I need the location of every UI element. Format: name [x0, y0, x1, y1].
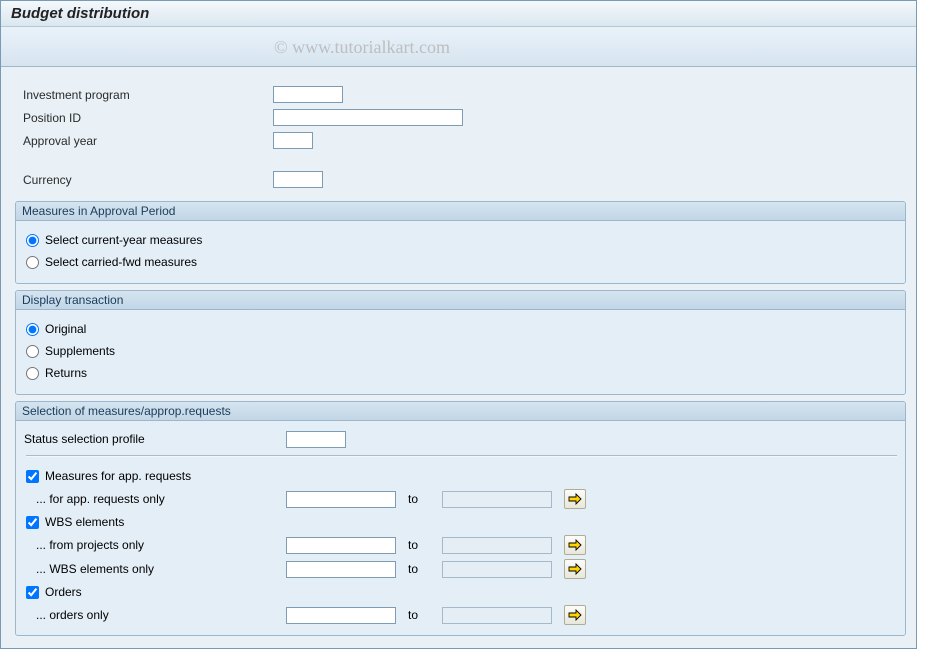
watermark-text: © www.tutorialkart.com [274, 37, 450, 58]
wbs-elements-only-label: ... WBS elements only [24, 562, 286, 576]
radio-returns[interactable]: Returns [24, 362, 899, 384]
header-fields: Investment program Position ID Approval … [1, 77, 916, 197]
check-orders-input[interactable] [26, 586, 39, 599]
radio-carried-fwd-input[interactable] [26, 256, 39, 269]
radio-original[interactable]: Original [24, 318, 899, 340]
check-measures-app-requests-label: Measures for app. requests [45, 469, 191, 483]
radio-original-label: Original [45, 322, 86, 336]
radio-carried-fwd[interactable]: Select carried-fwd measures [24, 251, 899, 273]
check-measures-app-requests-input[interactable] [26, 470, 39, 483]
from-projects-only-from-input[interactable] [286, 537, 396, 554]
radio-carried-fwd-label: Select carried-fwd measures [45, 255, 197, 269]
check-orders[interactable]: Orders [24, 581, 899, 603]
radio-supplements-input[interactable] [26, 345, 39, 358]
group-selection-measures-title: Selection of measures/approp.requests [16, 402, 905, 421]
to-label: to [396, 492, 442, 506]
investment-program-label: Investment program [23, 88, 273, 102]
multiple-selection-button[interactable] [564, 489, 586, 509]
check-wbs-elements-label: WBS elements [45, 515, 124, 529]
to-label: to [396, 562, 442, 576]
radio-current-year-input[interactable] [26, 234, 39, 247]
check-orders-label: Orders [45, 585, 82, 599]
app-requests-only-from-input[interactable] [286, 491, 396, 508]
group-measures-approval-title: Measures in Approval Period [16, 202, 905, 221]
radio-returns-label: Returns [45, 366, 87, 380]
orders-only-label: ... orders only [24, 608, 286, 622]
currency-input[interactable] [273, 171, 323, 188]
check-wbs-elements[interactable]: WBS elements [24, 511, 899, 533]
multiple-selection-button[interactable] [564, 535, 586, 555]
currency-label: Currency [23, 173, 273, 187]
arrow-right-icon [568, 539, 582, 551]
wbs-elements-only-from-input[interactable] [286, 561, 396, 578]
approval-year-label: Approval year [23, 134, 273, 148]
app-requests-only-to-input[interactable] [442, 491, 552, 508]
multiple-selection-button[interactable] [564, 605, 586, 625]
multiple-selection-button[interactable] [564, 559, 586, 579]
orders-only-from-input[interactable] [286, 607, 396, 624]
radio-supplements[interactable]: Supplements [24, 340, 899, 362]
page-title: Budget distribution [1, 1, 916, 27]
group-display-transaction-title: Display transaction [16, 291, 905, 310]
to-label: to [396, 608, 442, 622]
group-display-transaction: Display transaction Original Supplements… [15, 290, 906, 395]
status-selection-profile-label: Status selection profile [24, 432, 286, 446]
radio-current-year[interactable]: Select current-year measures [24, 229, 899, 251]
check-wbs-elements-input[interactable] [26, 516, 39, 529]
to-label: to [396, 538, 442, 552]
from-projects-only-to-input[interactable] [442, 537, 552, 554]
arrow-right-icon [568, 493, 582, 505]
sap-screen: Budget distribution © www.tutorialkart.c… [0, 0, 917, 649]
toolbar: © www.tutorialkart.com [1, 27, 916, 67]
app-requests-only-label: ... for app. requests only [24, 492, 286, 506]
radio-current-year-label: Select current-year measures [45, 233, 202, 247]
position-id-input[interactable] [273, 109, 463, 126]
group-selection-measures: Selection of measures/approp.requests St… [15, 401, 906, 636]
radio-original-input[interactable] [26, 323, 39, 336]
arrow-right-icon [568, 609, 582, 621]
content-area: Investment program Position ID Approval … [1, 67, 916, 648]
investment-program-input[interactable] [273, 86, 343, 103]
status-selection-profile-input[interactable] [286, 431, 346, 448]
radio-returns-input[interactable] [26, 367, 39, 380]
arrow-right-icon [568, 563, 582, 575]
group-measures-approval: Measures in Approval Period Select curre… [15, 201, 906, 284]
wbs-elements-only-to-input[interactable] [442, 561, 552, 578]
radio-supplements-label: Supplements [45, 344, 115, 358]
divider [26, 455, 897, 457]
approval-year-input[interactable] [273, 132, 313, 149]
position-id-label: Position ID [23, 111, 273, 125]
from-projects-only-label: ... from projects only [24, 538, 286, 552]
check-measures-app-requests[interactable]: Measures for app. requests [24, 465, 899, 487]
orders-only-to-input[interactable] [442, 607, 552, 624]
